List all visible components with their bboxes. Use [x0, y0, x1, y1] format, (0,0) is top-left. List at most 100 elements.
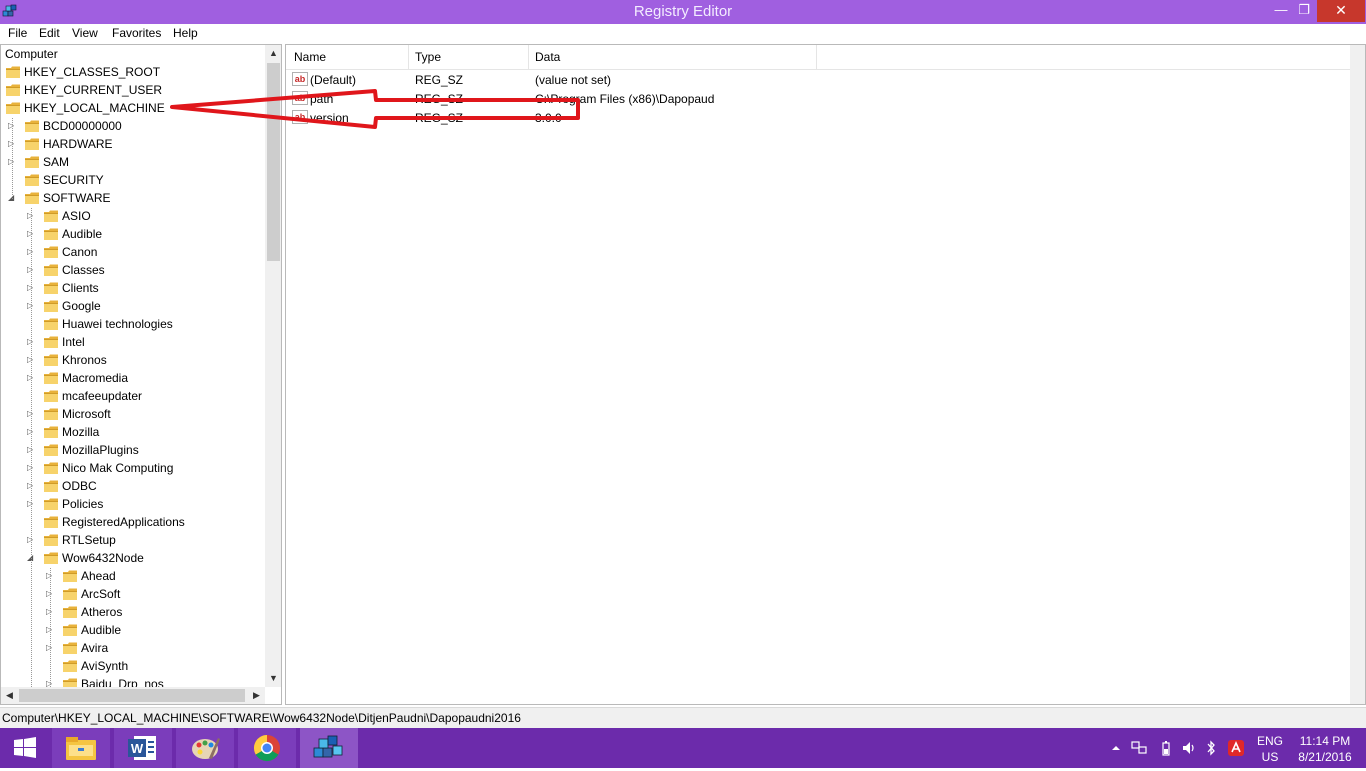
tree-item-Microsoft[interactable]: ▷ Microsoft	[1, 406, 265, 424]
tree-item-Khronos[interactable]: ▷ Khronos	[1, 352, 265, 370]
folder-icon	[62, 641, 78, 655]
tree-item-Nico Mak Computing[interactable]: ▷ Nico Mak Computing	[1, 460, 265, 478]
column-header-data[interactable]: Data	[535, 50, 560, 64]
tree-item-Canon[interactable]: ▷ Canon	[1, 244, 265, 262]
volume-icon[interactable]	[1182, 741, 1196, 755]
tree-horizontal-scroll-thumb[interactable]	[19, 689, 245, 702]
tree-item-label: Google	[62, 299, 101, 313]
tree-item-Classes[interactable]: ▷ Classes	[1, 262, 265, 280]
scroll-right-arrow-icon[interactable]: ▶	[248, 687, 265, 704]
tree-item-Baidu_Drp_nos[interactable]: ▷ Baidu_Drp_nos	[1, 676, 265, 687]
tree-item-HKEY_CLASSES_ROOT[interactable]: HKEY_CLASSES_ROOT	[1, 64, 265, 82]
list-row-path[interactable]: ab path REG_SZ C:\Program Files (x86)\Dapop…	[286, 89, 1350, 108]
column-divider[interactable]	[816, 45, 817, 69]
menu-edit[interactable]: Edit	[39, 26, 60, 40]
tree-item-SECURITY[interactable]: SECURITY	[1, 172, 265, 190]
tree-item-Wow6432Node[interactable]: ◢ Wow6432Node	[1, 550, 265, 568]
tree-item-Macromedia[interactable]: ▷ Macromedia	[1, 370, 265, 388]
column-divider[interactable]	[528, 45, 529, 69]
battery-icon[interactable]	[1161, 740, 1171, 756]
tree-item-mcafeeupdater[interactable]: mcafeeupdater	[1, 388, 265, 406]
tree-item-ASIO[interactable]: ▷ ASIO	[1, 208, 265, 226]
tree-item-label: Ahead	[81, 569, 116, 583]
folder-icon	[43, 227, 59, 241]
tree-horizontal-scrollbar[interactable]: ◀ ▶	[1, 687, 265, 704]
folder-icon	[5, 65, 21, 79]
tree-item-label: RTLSetup	[62, 533, 116, 547]
start-button[interactable]	[0, 728, 58, 768]
tree-item-Clients[interactable]: ▷ Clients	[1, 280, 265, 298]
taskbar: W ENG US 11:14 PM 8/21/2016	[0, 728, 1366, 768]
key-tree-pane[interactable]: Computer HKEY_CLASSES_ROOT HKEY_CURRENT_US…	[0, 44, 282, 705]
menu-file[interactable]: File	[8, 26, 27, 40]
column-header-type[interactable]: Type	[415, 50, 441, 64]
avira-icon[interactable]	[1228, 740, 1244, 756]
paint-icon	[192, 738, 220, 759]
tree-item-label: Khronos	[62, 353, 107, 367]
tree-item-RegisteredApplications[interactable]: RegisteredApplications	[1, 514, 265, 532]
taskbar-word[interactable]: W	[114, 728, 172, 768]
tree-item-Mozilla[interactable]: ▷ Mozilla	[1, 424, 265, 442]
tree-item-label: HARDWARE	[43, 137, 113, 151]
value-type: REG_SZ	[415, 111, 464, 125]
tree-item-Policies[interactable]: ▷ Policies	[1, 496, 265, 514]
language-indicator[interactable]: ENG US	[1252, 734, 1288, 764]
tree-item-HKEY_CURRENT_USER[interactable]: HKEY_CURRENT_USER	[1, 82, 265, 100]
taskbar-registry-editor[interactable]	[300, 728, 358, 768]
tree-item-ArcSoft[interactable]: ▷ ArcSoft	[1, 586, 265, 604]
tree-item-Atheros[interactable]: ▷ Atheros	[1, 604, 265, 622]
menu-help[interactable]: Help	[173, 26, 198, 40]
tree-item-BCD00000000[interactable]: ▷ BCD00000000	[1, 118, 265, 136]
folder-icon	[5, 83, 21, 97]
tree-item-MozillaPlugins[interactable]: ▷ MozillaPlugins	[1, 442, 265, 460]
menu-favorites[interactable]: Favorites	[112, 26, 161, 40]
tree-item-HARDWARE[interactable]: ▷ HARDWARE	[1, 136, 265, 154]
tree-item-Audible[interactable]: ▷ Audible	[1, 622, 265, 640]
tree-item-AviSynth[interactable]: AviSynth	[1, 658, 265, 676]
tree-item-SAM[interactable]: ▷ SAM	[1, 154, 265, 172]
tree-item-SOFTWARE[interactable]: ◢ SOFTWARE	[1, 190, 265, 208]
tree-item-label: HKEY_CLASSES_ROOT	[24, 65, 161, 79]
tree-item-Audible[interactable]: ▷ Audible	[1, 226, 265, 244]
taskbar-paint[interactable]	[176, 728, 234, 768]
maximize-button[interactable]: ❐	[1291, 0, 1317, 22]
string-value-ab-icon: ab	[292, 72, 308, 86]
tree-item-label: Macromedia	[62, 371, 129, 385]
column-divider[interactable]	[408, 45, 409, 69]
close-button[interactable]: ✕	[1317, 0, 1365, 22]
tree-item-label: ArcSoft	[81, 587, 121, 601]
show-hidden-icons-chevron-icon[interactable]	[1110, 742, 1122, 754]
scroll-up-arrow-icon[interactable]: ▲	[265, 45, 281, 62]
list-row-version[interactable]: ab version REG_SZ 3.0.0	[286, 108, 1350, 127]
tree-item-label: Audible	[62, 227, 103, 241]
key-tree: Computer HKEY_CLASSES_ROOT HKEY_CURRENT_US…	[1, 45, 265, 687]
network-icon[interactable]	[1131, 741, 1147, 755]
tree-item-Avira[interactable]: ▷ Avira	[1, 640, 265, 658]
folder-icon	[62, 623, 78, 637]
tree-vertical-scrollbar[interactable]: ▲ ▼	[265, 45, 281, 687]
tree-vertical-scroll-thumb[interactable]	[267, 63, 280, 261]
scroll-left-arrow-icon[interactable]: ◀	[1, 687, 18, 704]
bluetooth-icon[interactable]	[1206, 740, 1216, 756]
list-row-default[interactable]: ab (Default) REG_SZ (value not set)	[286, 70, 1350, 89]
column-header-name[interactable]: Name	[294, 50, 326, 64]
tree-item-Ahead[interactable]: ▷ Ahead	[1, 568, 265, 586]
list-vertical-scrollbar[interactable]	[1350, 45, 1365, 704]
tree-item-RTLSetup[interactable]: ▷ RTLSetup	[1, 532, 265, 550]
values-list-pane[interactable]: Name Type Data ab (Default) REG_SZ (value n…	[285, 44, 1366, 705]
svg-text:ab: ab	[295, 112, 306, 122]
clock[interactable]: 11:14 PM 8/21/2016	[1290, 734, 1360, 764]
folder-icon	[43, 479, 59, 493]
value-type: REG_SZ	[415, 92, 464, 106]
tree-item-ODBC[interactable]: ▷ ODBC	[1, 478, 265, 496]
taskbar-chrome[interactable]	[238, 728, 296, 768]
tree-item-HKEY_LOCAL_MACHINE[interactable]: HKEY_LOCAL_MACHINE	[1, 100, 265, 118]
menu-view[interactable]: View	[72, 26, 98, 40]
folder-icon	[43, 425, 59, 439]
tree-item-Huawei technologies[interactable]: Huawei technologies	[1, 316, 265, 334]
taskbar-file-explorer[interactable]	[52, 728, 110, 768]
tree-item-Intel[interactable]: ▷ Intel	[1, 334, 265, 352]
scroll-down-arrow-icon[interactable]: ▼	[265, 670, 281, 687]
word-icon: W	[128, 736, 156, 760]
tree-item-Google[interactable]: ▷ Google	[1, 298, 265, 316]
